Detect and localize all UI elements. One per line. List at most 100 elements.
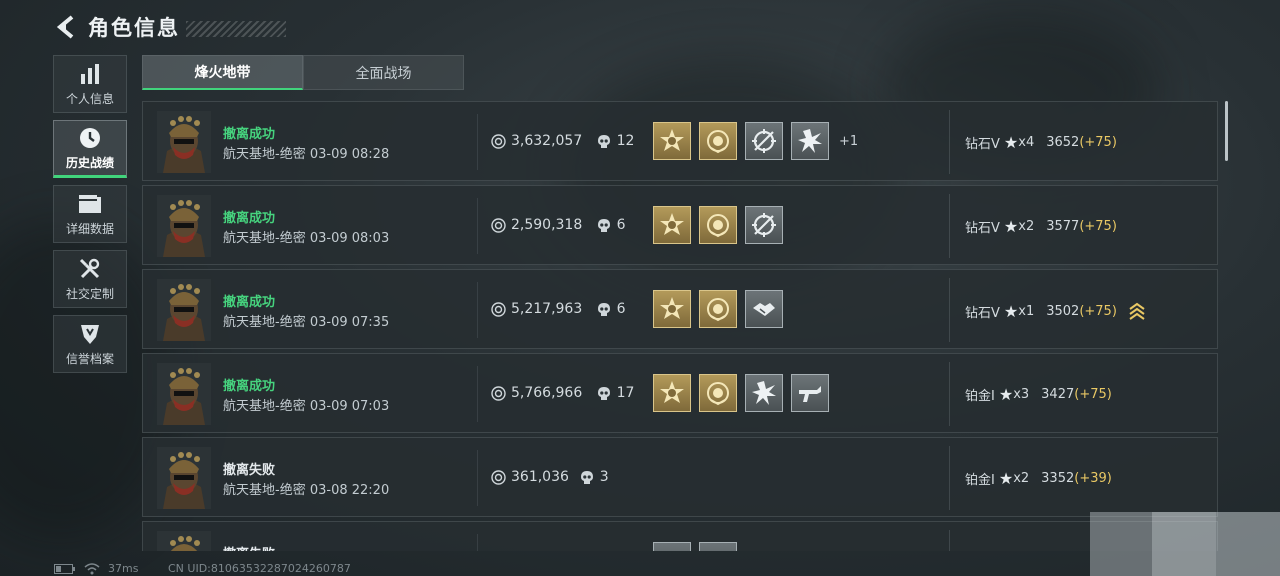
page-title: 角色信息	[88, 16, 180, 40]
scrollbar-thumb[interactable]	[1225, 101, 1228, 161]
star-icon: ★	[998, 385, 1014, 404]
rank-score: 3427(+75)	[1041, 387, 1112, 402]
nav-label: 历史战绩	[65, 156, 114, 170]
medal-silver-handshake-icon[interactable]	[745, 290, 783, 328]
divider	[949, 278, 950, 342]
coin-icon	[491, 218, 506, 233]
medal-silver-target-icon[interactable]	[745, 206, 783, 244]
battery-icon	[54, 563, 75, 574]
side-nav: 个人信息 历史战绩 详细数据 社交定制 信誉档案	[53, 55, 127, 380]
operator-avatar	[157, 279, 211, 341]
medal-silver-plain-icon[interactable]	[699, 542, 737, 551]
match-row[interactable]: 撤离失败 航天基地-绝密 03-08 22:20 361,036 3 铂金I ★ x2 335…	[142, 437, 1218, 517]
map-name: 航天基地-绝密	[223, 231, 306, 246]
operator-avatar	[157, 363, 211, 425]
match-info: 航天基地-绝密 03-09 07:03	[223, 395, 389, 414]
medal-gold-sun-icon[interactable]	[653, 290, 691, 328]
match-time: 03-09 08:28	[309, 147, 390, 162]
kill-count: 6	[616, 217, 626, 233]
nav-item-credit-record[interactable]: 信誉档案	[53, 315, 127, 373]
score-value: 3577	[1046, 219, 1080, 234]
coin-icon	[491, 386, 506, 401]
score-delta: (+75)	[1079, 219, 1117, 234]
match-time: 03-09 08:03	[309, 231, 390, 246]
match-row[interactable]: 撤离成功 航天基地-绝密 03-09 08:03 2,590,318 6 钻石V ★ x2 3…	[142, 185, 1218, 265]
medal-silver-plain-icon[interactable]	[653, 542, 691, 551]
operator-avatar	[157, 111, 211, 173]
star-icon: ★	[1003, 217, 1019, 236]
score-delta: (+75)	[1074, 387, 1112, 402]
medal-gold-wreath-icon[interactable]	[699, 290, 737, 328]
medal-gold-sun-icon[interactable]	[653, 374, 691, 412]
divider	[949, 362, 950, 426]
match-row[interactable]: 撤离成功 航天基地-绝密 03-09 07:03 5,766,966 17 铂金I ★ x3…	[142, 353, 1218, 433]
more-medals-count[interactable]: +1	[839, 134, 858, 149]
shield-icon	[77, 321, 103, 347]
medal-gold-wreath-icon[interactable]	[699, 206, 737, 244]
tab-full-battlefield[interactable]: 全面战场	[303, 55, 464, 90]
rank-tier: 钻石V	[965, 221, 1000, 236]
loot-value: 361,036	[511, 469, 569, 485]
operator-avatar	[157, 195, 211, 257]
rank-score: 3352(+39)	[1041, 471, 1112, 486]
wifi-icon	[84, 562, 100, 574]
rank-info: 钻石V ★ x4 3652(+75)	[965, 133, 1117, 152]
folder-icon	[77, 191, 103, 217]
medal-silver-gun-icon[interactable]	[791, 374, 829, 412]
divider	[949, 446, 950, 510]
kill-count: 6	[616, 301, 626, 317]
nav-item-match-history[interactable]: 历史战绩	[53, 120, 127, 178]
bar-chart-icon	[77, 61, 103, 87]
medal-silver-burst-icon[interactable]	[745, 374, 783, 412]
medal-gold-sun-icon[interactable]	[653, 122, 691, 160]
medal-silver-burst-icon[interactable]	[791, 122, 829, 160]
kill-count: 17	[616, 385, 635, 401]
medal-gold-sun-icon[interactable]	[653, 206, 691, 244]
rank-stars: x2	[1013, 471, 1030, 486]
rank-stars: x2	[1018, 219, 1035, 234]
match-row[interactable]: 撤离失败	[142, 521, 1218, 551]
match-info: 航天基地-绝密 03-09 08:28	[223, 143, 389, 162]
tab-havoc-zone[interactable]: 烽火地带	[142, 55, 303, 90]
loot-value: 2,590,318	[511, 217, 583, 233]
rank-info: 钻石V ★ x1 3502(+75)	[965, 301, 1145, 321]
medal-list	[653, 206, 791, 244]
map-name: 航天基地-绝密	[223, 315, 306, 330]
match-info: 航天基地-绝密 03-09 08:03	[223, 227, 389, 246]
map-name: 航天基地-绝密	[223, 147, 306, 162]
divider	[949, 530, 950, 551]
operator-avatar	[157, 447, 211, 509]
nav-label: 个人信息	[65, 92, 114, 106]
rank-tier: 钻石V	[965, 137, 1000, 152]
medal-silver-target-icon[interactable]	[745, 122, 783, 160]
coin-icon	[491, 134, 506, 149]
nav-item-social-custom[interactable]: 社交定制	[53, 250, 127, 308]
extraction-status: 撤离失败	[223, 463, 276, 478]
status-bar: 37ms	[54, 562, 138, 575]
match-history-list: 撤离成功 航天基地-绝密 03-09 08:28 3,632,057 12 +1 钻石V ★…	[142, 101, 1218, 551]
player-uid: CN UID:8106353228702426078​7	[168, 562, 351, 575]
rank-tier: 钻石V	[965, 305, 1000, 321]
match-row[interactable]: 撤离成功 航天基地-绝密 03-09 07:35 5,217,963 6 钻石V ★ x1 3…	[142, 269, 1218, 349]
extraction-status: 撤离成功	[223, 211, 276, 226]
medal-list	[653, 290, 791, 328]
page-header: 角色信息	[52, 10, 286, 44]
divider	[949, 194, 950, 258]
match-time: 03-08 22:20	[309, 483, 390, 498]
match-row[interactable]: 撤离成功 航天基地-绝密 03-09 08:28 3,632,057 12 +1 钻石V ★…	[142, 101, 1218, 181]
nav-item-personal-info[interactable]: 个人信息	[53, 55, 127, 113]
match-time: 03-09 07:03	[309, 399, 390, 414]
medal-gold-wreath-icon[interactable]	[699, 374, 737, 412]
skull-icon	[597, 134, 611, 150]
nav-item-detailed-data[interactable]: 详细数据	[53, 185, 127, 243]
medal-gold-wreath-icon[interactable]	[699, 122, 737, 160]
rank-score: 3652(+75)	[1046, 135, 1117, 150]
back-button[interactable]	[52, 12, 80, 42]
nav-label: 信誉档案	[65, 352, 114, 366]
divider	[477, 198, 478, 254]
divider	[477, 282, 478, 338]
skull-icon	[580, 470, 594, 486]
rank-stars: x1	[1018, 303, 1035, 319]
rank-tier: 铂金I	[965, 389, 995, 404]
kill-count: 3	[599, 469, 609, 485]
